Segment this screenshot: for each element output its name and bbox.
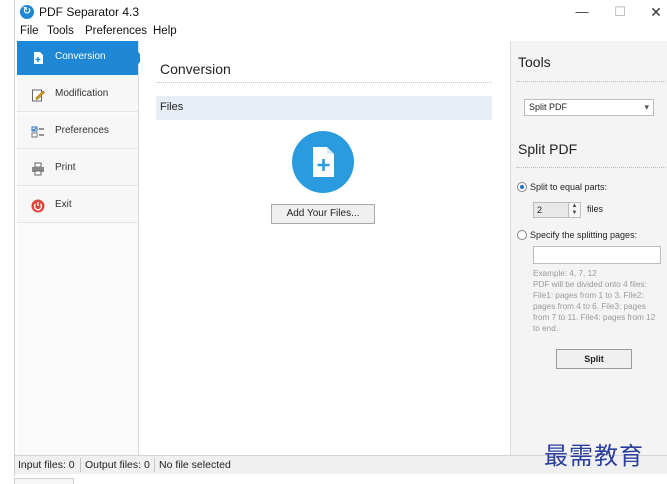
menu-file[interactable]: File (20, 25, 39, 37)
taskbar-tab (14, 478, 74, 484)
power-icon (31, 199, 45, 213)
chevron-down-icon: ▾ (644, 102, 649, 112)
menu-help[interactable]: Help (153, 25, 177, 37)
sidebar-item-conversion[interactable]: Conversion (17, 41, 144, 75)
app-window: ↻ PDF Separator 4.3 — ☐ ✕ File Tools Pre… (14, 0, 667, 476)
page-title: Conversion (160, 61, 231, 77)
divider (516, 81, 666, 82)
menu-tools[interactable]: Tools (47, 25, 74, 37)
hint-body: PDF will be divided onto 4 files: File1:… (533, 280, 656, 333)
split-equal-label: Split to equal parts: (530, 182, 608, 192)
menu-bar: File Tools Preferences Help (15, 24, 667, 40)
equal-parts-value: 2 (537, 205, 543, 215)
close-button[interactable]: ✕ (641, 2, 667, 22)
selection-status: No file selected (159, 459, 231, 471)
edit-icon (31, 88, 45, 102)
splitting-hint: Example: 4, 7, 12 PDF will be divided on… (533, 268, 663, 334)
stepper-arrows-icon[interactable]: ▲ ▼ (568, 203, 580, 217)
output-files-count: Output files: 0 (85, 459, 150, 471)
specify-pages-label: Specify the splitting pages: (530, 230, 638, 240)
menu-preferences[interactable]: Preferences (85, 25, 147, 37)
tool-select[interactable]: Split PDF ▾ (524, 99, 654, 116)
hint-example: Example: 4, 7, 12 (533, 269, 597, 278)
printer-icon (31, 162, 45, 176)
sidebar-item-label: Modification (55, 88, 109, 99)
sidebar-item-print[interactable]: Print (17, 152, 138, 186)
title-bar: ↻ PDF Separator 4.3 — ☐ ✕ (15, 0, 667, 24)
tools-title: Tools (518, 54, 551, 70)
checklist-icon (31, 125, 45, 139)
tools-panel: Tools Split PDF ▾ Split PDF Split to equ… (510, 41, 667, 455)
status-separator (80, 458, 81, 472)
sidebar-item-label: Preferences (55, 125, 109, 136)
sidebar-item-exit[interactable]: Exit (17, 189, 138, 223)
main-panel: Conversion Files Add Your Files... (140, 41, 510, 455)
divider (516, 167, 666, 168)
status-separator (154, 458, 155, 472)
add-file-icon[interactable] (292, 131, 354, 193)
sidebar-item-preferences[interactable]: Preferences (17, 115, 138, 149)
window-title: PDF Separator 4.3 (39, 5, 140, 19)
sidebar-item-label: Print (55, 162, 76, 173)
files-unit-label: files (587, 204, 604, 214)
maximize-button[interactable]: ☐ (605, 2, 635, 22)
splitting-pages-input[interactable] (533, 246, 661, 264)
divider (156, 82, 492, 83)
specify-pages-radio[interactable] (517, 230, 527, 240)
add-files-button[interactable]: Add Your Files... (271, 204, 375, 224)
split-equal-radio[interactable] (517, 182, 527, 192)
files-header-label: Files (160, 101, 184, 113)
equal-parts-stepper[interactable]: 2 ▲ ▼ (533, 202, 581, 218)
sidebar-item-label: Exit (55, 199, 72, 210)
files-header: Files (156, 96, 492, 120)
sidebar: Conversion Modification Preferences Prin… (17, 41, 144, 455)
document-add-icon (31, 51, 45, 65)
tool-select-value: Split PDF (529, 102, 568, 112)
sidebar-item-label: Conversion (55, 51, 106, 62)
input-files-count: Input files: 0 (18, 459, 75, 471)
sidebar-item-modification[interactable]: Modification (17, 78, 138, 112)
watermark-logo: 最需教育 (544, 442, 644, 470)
split-button[interactable]: Split (556, 349, 632, 369)
split-pdf-title: Split PDF (518, 141, 578, 157)
app-logo-icon: ↻ (20, 5, 34, 19)
minimize-button[interactable]: — (567, 2, 597, 22)
